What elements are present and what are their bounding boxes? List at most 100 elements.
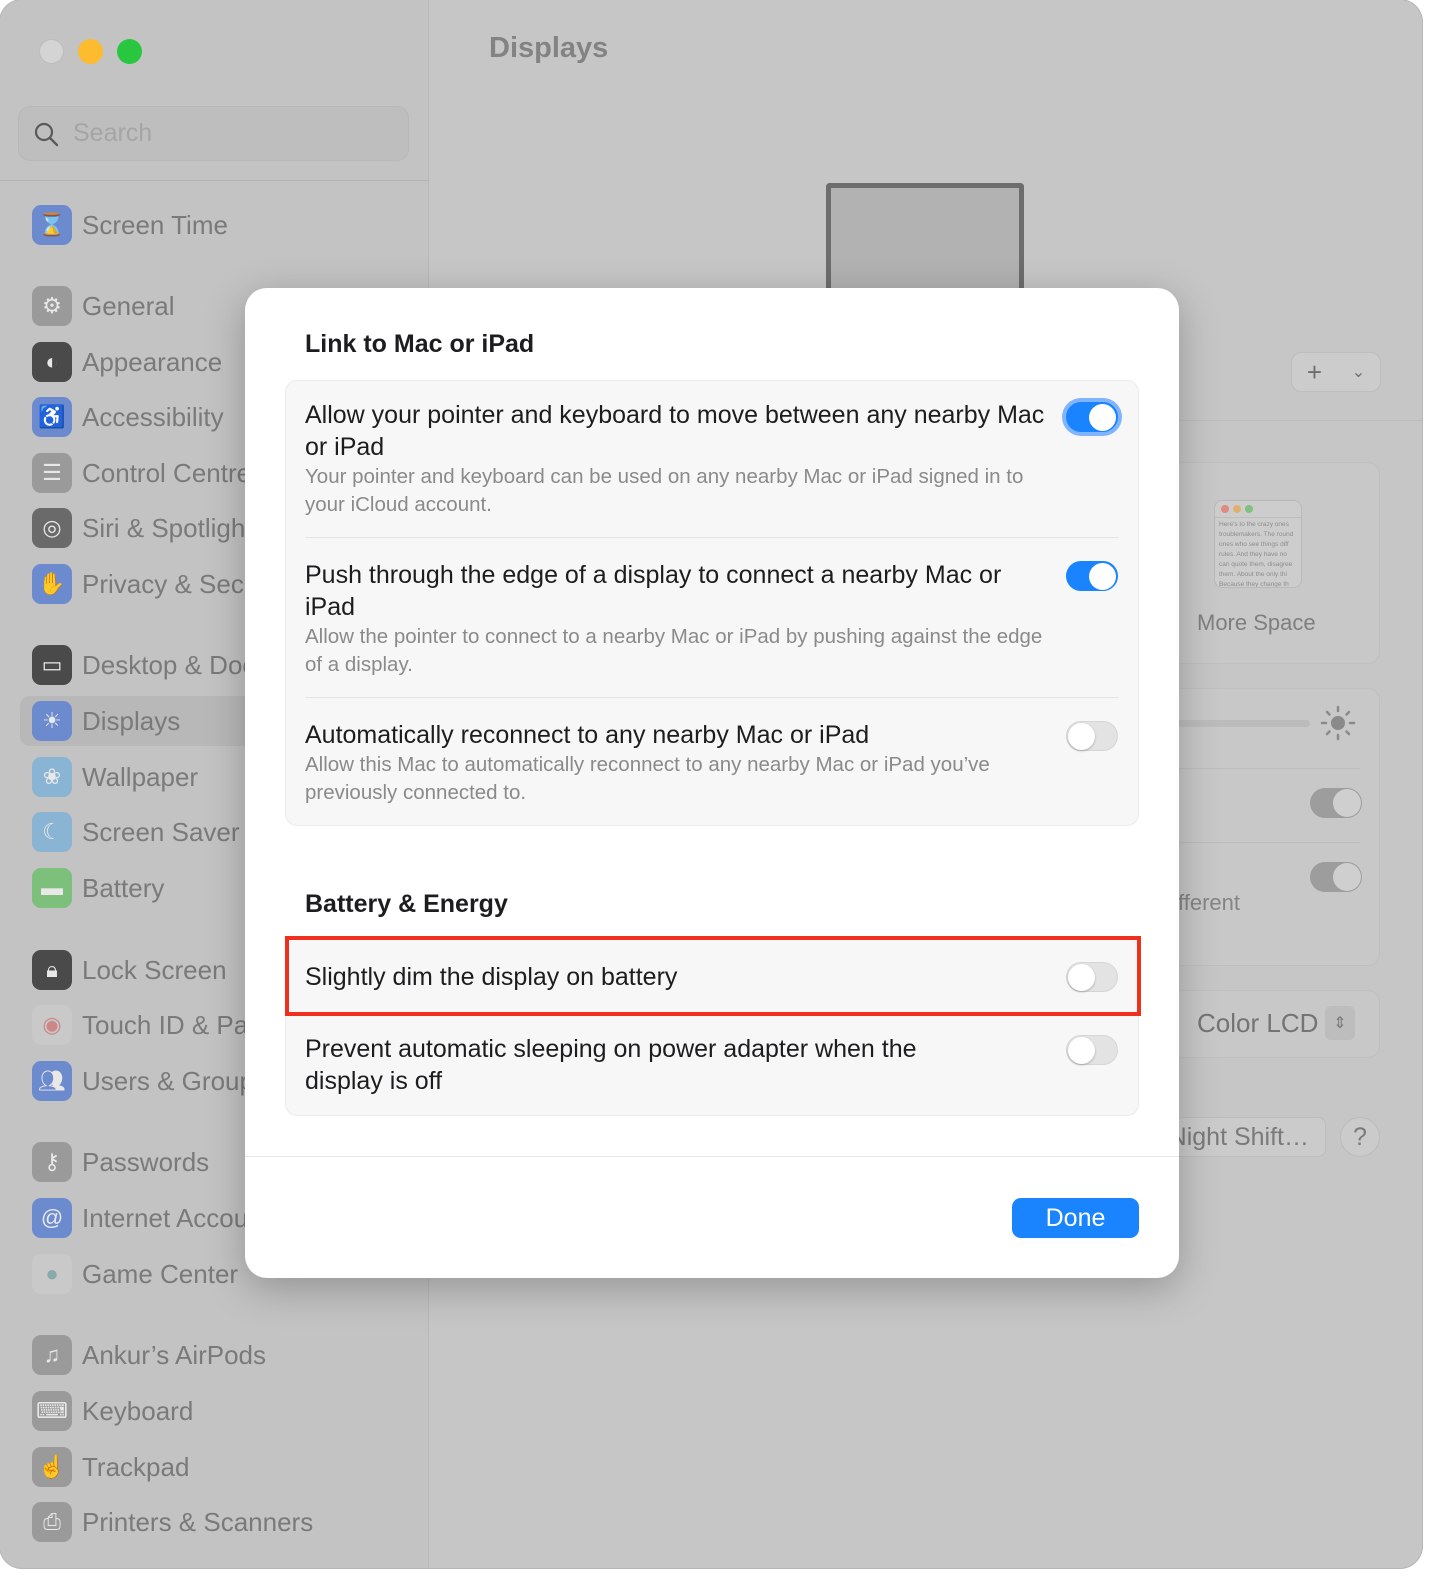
sidebar-item-battery[interactable]: ▬ Battery: [20, 863, 260, 913]
toggle-dim-on-battery[interactable]: [1066, 962, 1118, 992]
sidebar-item-label: Game Center: [82, 1258, 239, 1289]
updown-chevron-icon[interactable]: ⇕: [1325, 1006, 1355, 1040]
users-icon: 👥︎: [32, 1061, 72, 1101]
flower-icon: ❀: [32, 757, 72, 797]
page-title: Displays: [489, 32, 609, 64]
hand-icon: ✋: [32, 564, 72, 604]
true-tone-toggle[interactable]: [1310, 862, 1362, 892]
sidebar-item-lock-screen[interactable]: 🔒︎ Lock Screen: [20, 945, 260, 995]
siri-icon: ◎: [32, 508, 72, 548]
airpods-icon: ♫: [32, 1335, 72, 1375]
advanced-settings-sheet: Link to Mac or iPad Allow your pointer a…: [245, 288, 1179, 1278]
sidebar-item-label: General: [82, 290, 175, 321]
control-centre-icon: ☰: [32, 453, 72, 493]
sidebar-item-label: Trackpad: [82, 1451, 190, 1482]
setting-row: Push through the edge of a display to co…: [286, 538, 1138, 697]
sidebar-item-displays[interactable]: ☀ Displays: [20, 696, 280, 746]
sidebar-item-touch-id[interactable]: ◉ Touch ID & Password: [20, 1000, 331, 1050]
mini-close-dot: [1221, 505, 1229, 513]
footer-divider: [245, 1156, 1179, 1157]
battery-icon: ▬: [32, 868, 72, 908]
search-icon: [34, 122, 59, 146]
setting-description: Allow the pointer to connect to a nearby…: [305, 625, 1043, 676]
sidebar-item-screen-time[interactable]: ⌛ Screen Time: [20, 200, 260, 250]
mini-text-line: troublemakers. The round: [1219, 531, 1294, 538]
night-shift-button[interactable]: Night Shift…: [1160, 1117, 1326, 1157]
accessibility-icon: ♿: [32, 397, 72, 437]
sidebar-item-screen-saver[interactable]: ☾ Screen Saver: [20, 807, 260, 857]
sidebar-item-wallpaper[interactable]: ❀ Wallpaper: [20, 752, 260, 802]
more-space-label: More Space: [1197, 610, 1316, 635]
minimize-button[interactable]: [78, 39, 103, 64]
sidebar-item-general[interactable]: ⚙ General: [20, 281, 260, 331]
search-field[interactable]: [18, 106, 409, 161]
sidebar-item-control-centre[interactable]: ☰ Control Centre: [20, 448, 260, 498]
sidebar-item-game-center[interactable]: ● Game Center: [20, 1249, 260, 1299]
sidebar-item-privacy-security[interactable]: ✋ Privacy & Security: [20, 559, 293, 609]
color-profile-value[interactable]: Color LCD: [1197, 1008, 1318, 1039]
plus-icon: +: [1306, 356, 1323, 387]
sidebar-item-keyboard[interactable]: ⌨ Keyboard: [20, 1386, 260, 1436]
toggle-auto-reconnect[interactable]: [1066, 721, 1118, 751]
sidebar-item-label: Keyboard: [82, 1395, 194, 1426]
help-button[interactable]: ?: [1340, 1117, 1380, 1157]
toggle-universal-control[interactable]: [1066, 402, 1118, 432]
hourglass-icon: ⌛: [32, 205, 72, 245]
toggle-push-through-edge[interactable]: [1066, 561, 1118, 591]
sidebar-item-passwords[interactable]: ⚷ Passwords: [20, 1137, 260, 1187]
game-center-icon: ●: [32, 1254, 72, 1294]
sidebar-item-label: Lock Screen: [82, 954, 227, 985]
dock-icon: ▭: [32, 645, 72, 685]
mini-text-line: can quote them, disagree: [1219, 561, 1293, 568]
add-display-button[interactable]: + ⌄: [1291, 352, 1381, 392]
link-settings-group: Allow your pointer and keyboard to move …: [285, 380, 1139, 826]
toggle-knob: [1068, 1037, 1095, 1064]
printer-icon: ⎙: [32, 1502, 72, 1542]
section-title-battery: Battery & Energy: [305, 890, 508, 918]
sidebar-divider: [0, 180, 429, 181]
setting-row: Automatically reconnect to any nearby Ma…: [286, 698, 1138, 825]
maximize-button[interactable]: [117, 39, 142, 64]
key-icon: ⚷: [32, 1142, 72, 1182]
chevron-down-icon: ⌄: [1351, 364, 1366, 381]
setting-title: Allow your pointer and keyboard to move …: [305, 401, 1045, 461]
mini-maximize-dot: [1245, 505, 1253, 513]
sidebar-item-label: Displays: [82, 705, 181, 736]
sidebar-item-label: Users & Groups: [82, 1065, 267, 1096]
sidebar-item-internet-accounts[interactable]: @ Internet Accounts: [20, 1193, 283, 1243]
toggle-knob: [1089, 404, 1116, 431]
close-button[interactable]: [39, 39, 64, 64]
sidebar-item-label: Printers & Scanners: [82, 1506, 314, 1537]
sidebar-item-users-groups[interactable]: 👥︎ Users & Groups: [20, 1056, 267, 1106]
sidebar-item-desktop-dock[interactable]: ▭ Desktop & Dock: [20, 640, 268, 690]
display-thumbnail[interactable]: [826, 183, 1024, 303]
done-button[interactable]: Done: [1012, 1198, 1139, 1238]
more-space-preview[interactable]: Here's to the crazy ones troublemakers. …: [1214, 500, 1302, 588]
mini-text-line: Because they change th: [1219, 581, 1289, 588]
sidebar-item-siri-spotlight[interactable]: ◎ Siri & Spotlight: [20, 503, 260, 553]
sidebar-item-trackpad[interactable]: ☝ Trackpad: [20, 1442, 260, 1492]
sidebar-item-appearance[interactable]: ◐ Appearance: [20, 337, 260, 387]
sidebar-item-label: Siri & Spotlight: [82, 512, 253, 543]
search-input[interactable]: [73, 119, 373, 148]
sidebar-item-label: Appearance: [82, 346, 223, 377]
auto-brightness-toggle[interactable]: [1310, 788, 1362, 818]
setting-row: Slightly dim the display on battery: [286, 939, 1138, 1015]
sidebar-item-airpods[interactable]: ♫ Ankur’s AirPods: [20, 1330, 266, 1380]
mini-window-text: Here's to the crazy ones troublemakers. …: [1215, 518, 1301, 588]
setting-title: Slightly dim the display on battery: [305, 963, 678, 991]
lock-icon: 🔒︎: [32, 950, 72, 990]
toggle-knob: [1089, 563, 1116, 590]
sidebar-item-accessibility[interactable]: ♿ Accessibility: [20, 392, 260, 442]
sidebar-item-label: Screen Time: [82, 209, 228, 240]
mini-window-controls: [1215, 501, 1301, 518]
sidebar-item-printers-scanners[interactable]: ⎙ Printers & Scanners: [20, 1497, 313, 1547]
fingerprint-icon: ◉: [32, 1005, 72, 1045]
keyboard-icon: ⌨: [32, 1391, 72, 1431]
section-title-link: Link to Mac or iPad: [305, 330, 535, 358]
sidebar-item-label: Control Centre: [82, 457, 252, 488]
setting-row: Allow your pointer and keyboard to move …: [286, 381, 1138, 537]
setting-description: Allow this Mac to automatically reconnec…: [305, 753, 990, 804]
toggle-prevent-sleep[interactable]: [1066, 1035, 1118, 1065]
mini-text-line: rules. And they have no: [1219, 551, 1287, 558]
